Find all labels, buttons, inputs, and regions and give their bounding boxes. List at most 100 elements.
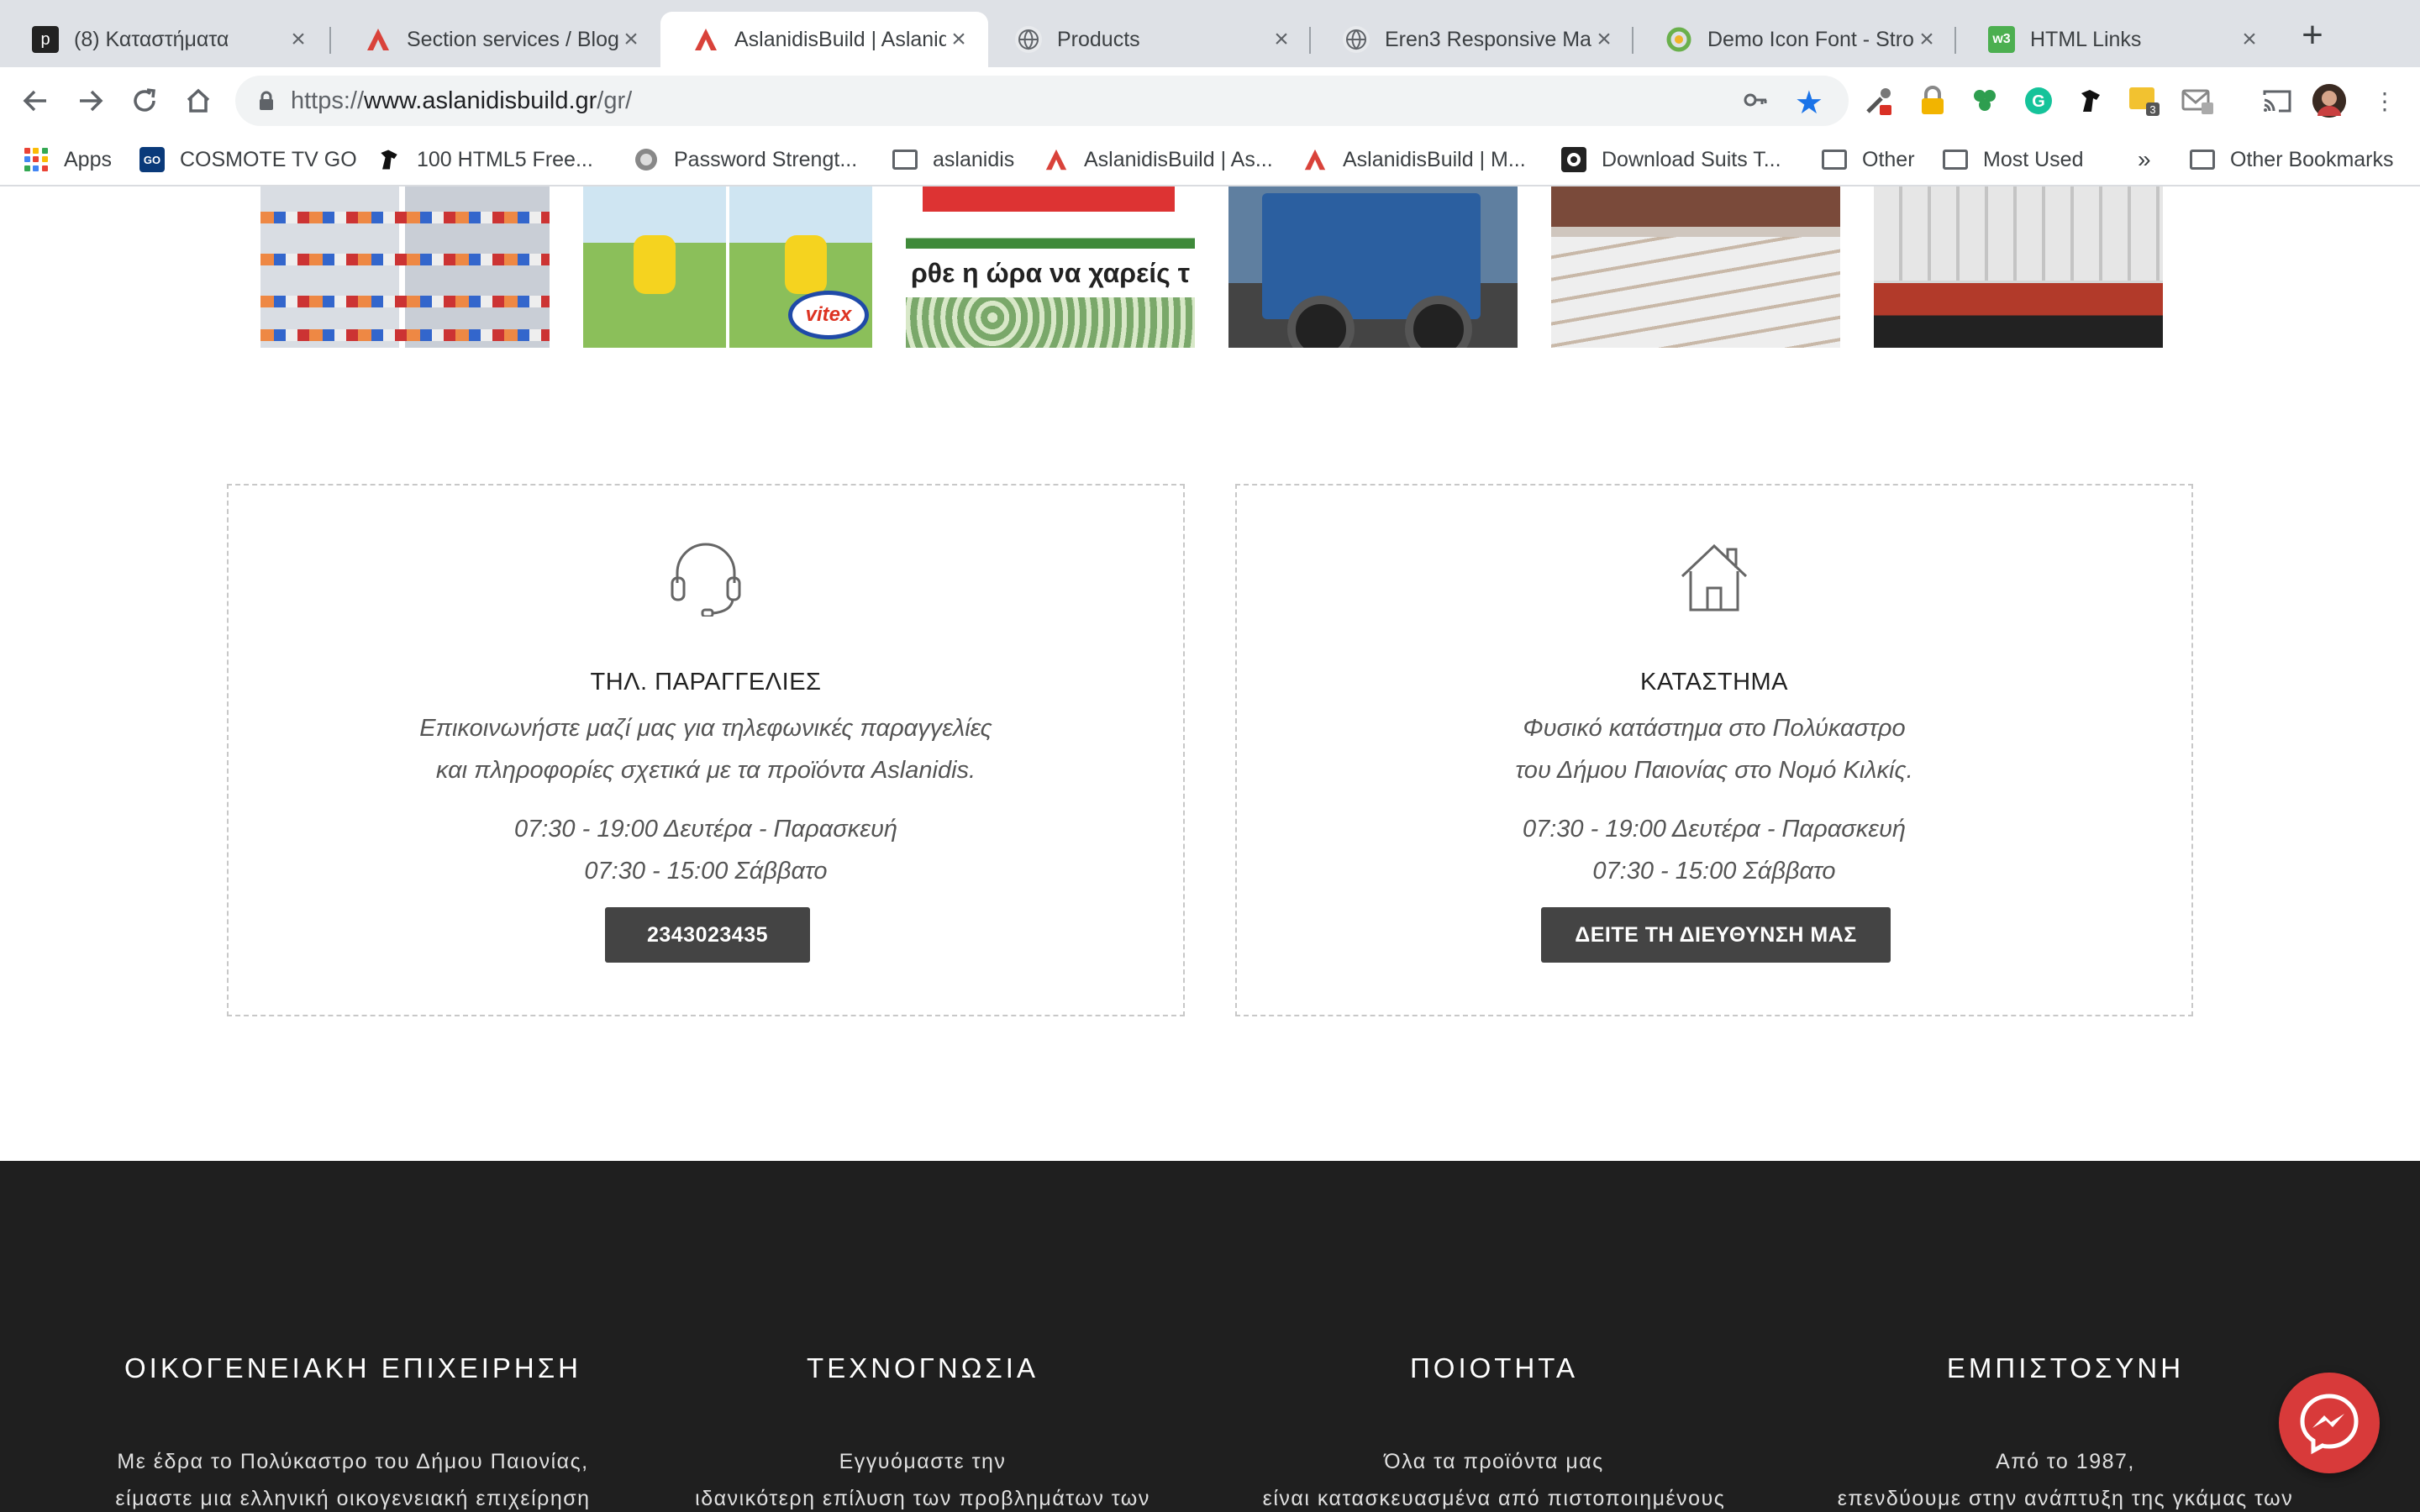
gallery-image-truck[interactable] [1228,186,1518,348]
browser-tab-active[interactable]: AslanidisBuild | Aslanidis × [660,12,988,67]
grammarly-icon[interactable]: G [2022,84,2055,118]
tab-title: Demo Icon Font - Stroke [1707,27,1914,51]
tab-title: Products [1057,27,1140,51]
bookmark-item[interactable]: GO COSMOTE TV GO [139,141,357,178]
tab-title: HTML Links [2030,27,2142,51]
gmail-checker-icon[interactable] [2181,84,2215,118]
bookmark-apps[interactable]: Apps [24,141,112,178]
cast-icon[interactable] [2260,84,2294,118]
svg-text:G: G [2032,92,2045,111]
folder-icon [892,147,918,172]
footer-heading: ΟΙΚΟΓΕΝΕΙΑΚΗ ΕΠΙΧΕΙΡΗΣΗ [124,1352,581,1383]
folder-icon [2190,147,2215,172]
footer-heading: ΠΟΙΟΤΗΤΑ [1409,1352,1579,1383]
bookmark-folder[interactable]: Most Used [1943,141,2083,178]
card-description: Επικοινωνήστε μαζί μας για τηλεφωνικές π… [419,715,992,784]
phone-number-button[interactable]: 2343023435 [605,907,810,963]
aslanidis-logo-icon [1302,147,1328,172]
tab-title: Eren3 Responsive Magento [1385,27,1591,51]
bookmark-item[interactable]: Password Strengt... [634,141,857,178]
gallery-image-vitex[interactable]: vitex [583,186,872,348]
bookmark-item[interactable]: AslanidisBuild | M... [1302,141,1526,178]
aslanidis-logo-icon [365,26,392,53]
close-icon[interactable]: × [1591,25,1617,53]
back-button[interactable] [18,84,52,118]
bookmark-folder-other[interactable]: Other Bookmarks [2190,141,2394,178]
footer-text: Με έδρα το Πολύκαστρο του Δήμου Παιονίας… [115,1450,591,1510]
browser-tab-strip: p (8) Καταστήματα × Section services / B… [0,0,2420,67]
footer-heading: ΤΕΧΝΟΓΝΩΣΙΑ [807,1352,1039,1383]
horse-icon [376,147,402,172]
bookmark-folder[interactable]: aslanidis [892,141,1014,178]
password-meter-icon [634,147,659,172]
store-card: ΚΑΤΑΣΤΗΜΑ Φυσικό κατάστημα στο Πολύκαστρ… [1235,484,2193,1016]
extension-lock-icon[interactable] [1916,84,1949,118]
footer-text: Εγγυόμαστε την ιδανικότερη επίλυση των πρ… [695,1450,1150,1510]
cosmote-icon: GO [139,147,165,172]
gallery-image-table[interactable] [1551,186,1840,348]
close-icon[interactable]: × [1914,25,1939,53]
tab-title: (8) Καταστήματα [74,27,229,51]
headset-icon [671,543,741,617]
arrow-left-icon [23,90,46,112]
bookmarks-bar: Apps GO COSMOTE TV GO 100 HTML5 Free... … [0,134,2420,186]
see-address-button[interactable]: ΔΕΙΤΕ ΤΗ ΔΙΕΥΘΥΝΣΗ ΜΑΣ [1541,907,1891,963]
gallery-image-paint-store[interactable] [260,186,550,348]
close-icon[interactable]: × [1269,25,1294,53]
extension-horse-icon[interactable] [2074,84,2107,118]
gallery-banner-text: ρθε η ώρα να χαρείς τ [906,249,1195,297]
page-icon: p [32,26,59,53]
phone-orders-card: ΤΗΛ. ΠΑΡΑΓΓΕΛΙΕΣ Επικοινωνήστε μαζί μας … [227,484,1185,1016]
home-icon [187,88,210,113]
messenger-chat-button[interactable] [2279,1373,2380,1473]
reload-button[interactable] [128,84,161,118]
tab-title: AslanidisBuild | Aslanidis [734,27,946,51]
footer-heading: ΕΜΠΙΣΤΟΣΥΝΗ [1946,1352,2185,1383]
gallery-image-spring-banner[interactable]: ρθε η ώρα να χαρείς τ [906,186,1195,348]
reload-icon [134,88,155,112]
home-button[interactable] [182,84,215,118]
svg-text:3: 3 [2149,103,2155,116]
aslanidis-logo-icon [1044,147,1069,172]
arrow-right-icon [80,90,103,112]
gallery-image-pallets[interactable] [1874,186,2163,348]
opening-hours: 07:30 - 19:00 Δευτέρα - Παρασκευή 07:30 … [1522,816,1907,885]
card-description: Φυσικό κατάστημα στο Πολύκαστρο του Δήμο… [1515,715,1913,784]
bookmark-item[interactable]: Download Suits T... [1561,141,1781,178]
footer-text: Από το 1987, επενδύουμε στην ανάπτυξη της… [1837,1450,2294,1510]
bookmarks-overflow-button[interactable]: » [2138,141,2151,178]
bookmark-item[interactable]: 100 HTML5 Free... [376,141,593,178]
footer-text: Όλα τα προϊόντα μας είναι κατασκευασμένα … [1262,1450,1726,1510]
globe-icon [1343,26,1370,53]
new-tab-button[interactable]: + [2294,14,2331,55]
browser-tab[interactable]: p (8) Καταστήματα × [0,12,328,67]
footer: ΟΙΚΟΓΕΝΕΙΑΚΗ ΕΠΙΧΕΙΡΗΣΗ Με έδρα το Πολύκ… [0,1161,2420,1512]
forward-button[interactable] [74,84,108,118]
close-icon[interactable]: × [2237,25,2262,53]
extension-tools-icon[interactable] [1862,84,1896,118]
lock-icon [260,91,273,110]
vitex-logo: vitex [788,291,869,339]
close-icon[interactable]: × [286,25,311,53]
browser-tab[interactable]: Eren3 Responsive Magento × [1311,12,1634,67]
extension-notes-icon[interactable]: 3 [2128,84,2161,118]
close-icon[interactable]: × [618,25,644,53]
menu-kebab-icon[interactable]: ⋮ [2368,84,2402,118]
bookmark-star-icon[interactable]: ★ [1795,84,1823,122]
opening-hours: 07:30 - 19:00 Δευτέρα - Παρασκευή 07:30 … [513,816,898,885]
browser-tab[interactable]: w3 HTML Links × [1956,12,2279,67]
browser-tab[interactable]: Products × [983,12,1311,67]
avatar[interactable] [2312,84,2346,118]
bookmark-item[interactable]: AslanidisBuild | As... [1044,141,1273,178]
address-bar[interactable]: https://www.aslanidisbuild.gr/gr/ ★ [235,76,1849,126]
key-icon[interactable] [1743,87,1768,119]
bookmark-folder[interactable]: Other [1822,141,1915,178]
url-text: https://www.aslanidisbuild.gr/gr/ [291,87,633,114]
extension-clover-icon[interactable] [1968,84,2002,118]
leaf-icon [1665,26,1692,53]
browser-tab[interactable]: Demo Icon Font - Stroke × [1634,12,1956,67]
card-title: ΤΗΛ. ΠΑΡΑΓΓΕΛΙΕΣ [590,669,822,696]
browser-tab[interactable]: Section services / Blog × [333,12,660,67]
tab-title: Section services / Blog [407,27,618,51]
close-icon[interactable]: × [946,25,971,53]
